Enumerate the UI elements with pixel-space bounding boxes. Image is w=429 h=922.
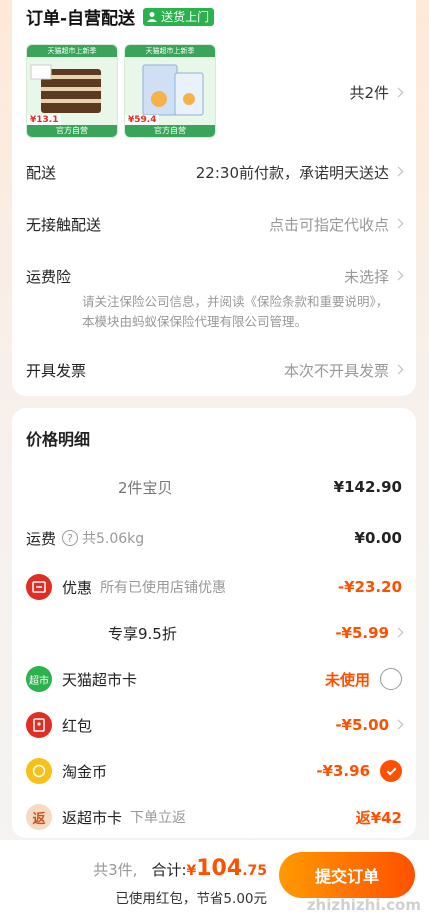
exclusive-amount: -¥5.99 (335, 624, 389, 642)
price-detail-title: 价格明细 (26, 430, 91, 449)
delivery-row[interactable]: 配送 22:30前付款，承诺明天送达 (26, 162, 404, 183)
thumb-footer: 官方自营 (125, 125, 215, 137)
thumb-banner: 天猫超市上新季 (27, 45, 117, 57)
order-card: 订单-自营配送 送货上门 天猫超市上新季 ¥13.1 官方自营 天猫超市上新季 … (12, 0, 416, 396)
chevron-right-icon (393, 364, 404, 375)
insurance-note: 请关注保险公司信息，并阅读《保险条款和重要说明》，本模块由蚂蚁保保险代理有限公司… (82, 294, 389, 329)
footer-total: 共3件, 合计: ¥ 104 .75 (93, 856, 267, 881)
red-packet-row[interactable]: 红包 -¥5.00 (26, 710, 404, 740)
contactless-value: 点击可指定代收点 (268, 216, 389, 234)
item-count-link[interactable]: 共2件 (349, 82, 404, 103)
insurance-label: 运费险 (26, 268, 72, 286)
red-packet-label: 红包 (62, 716, 93, 735)
check-icon (386, 765, 396, 775)
goods-label: 2件宝贝 (118, 478, 173, 497)
person-icon (147, 11, 158, 22)
product-thumbnail-2[interactable]: 天猫超市上新季 ¥59.4 官方自营 (124, 44, 216, 138)
return-card-sub: 下单立返 (130, 810, 187, 826)
item-count: 共2件 (349, 84, 389, 102)
footer-qty: 共3件, (93, 861, 138, 879)
submit-order-button[interactable]: 提交订单 (279, 852, 415, 898)
invoice-row[interactable]: 开具发票 本次不开具发票 (26, 360, 404, 381)
gold-coin-checkbox[interactable] (380, 760, 402, 782)
discount-amount: -¥23.20 (337, 578, 402, 596)
red-packet-icon (26, 712, 52, 738)
insurance-row[interactable]: 运费险 未选择 (26, 266, 404, 287)
gold-coin-icon (26, 758, 52, 784)
footer-saving: 已使用红包，节省5.00元 (115, 891, 267, 907)
exclusive-row[interactable]: 专享9.5折 -¥5.99 (26, 618, 404, 648)
order-title: 订单-自营配送 (26, 9, 136, 29)
discount-row[interactable]: 优惠 所有已使用店铺优惠 -¥23.20 (26, 572, 402, 602)
checkout-footer: 共3件, 合计: ¥ 104 .75 已使用红包，节省5.00元 提交订单 zh… (0, 840, 429, 922)
shipping-amount: ¥0.00 (354, 529, 402, 547)
return-card-row: 返 返超市卡 下单立返 返¥42 (26, 802, 402, 832)
coupon-icon (26, 574, 52, 600)
order-header: 订单-自营配送 送货上门 (26, 4, 215, 29)
chevron-right-icon (393, 719, 404, 729)
tmall-card-row[interactable]: 超市 天猫超市卡 未使用 (26, 664, 402, 694)
chevron-right-icon (393, 627, 404, 637)
red-packet-amount: -¥5.00 (335, 716, 389, 734)
return-card-icon: 返 (26, 804, 52, 830)
goods-amount: ¥142.90 (333, 478, 402, 496)
discount-label: 优惠 (62, 578, 93, 597)
invoice-label: 开具发票 (26, 362, 87, 380)
tmall-card-icon: 超市 (26, 666, 52, 692)
tmall-card-radio[interactable] (380, 668, 402, 690)
delivery-badge-label: 送货上门 (161, 10, 210, 24)
gold-coin-row[interactable]: 淘金币 -¥3.96 (26, 756, 402, 786)
shipping-label: 运费 (26, 529, 57, 548)
delivery-label: 配送 (26, 164, 57, 182)
gold-coin-amount: -¥3.96 (316, 762, 370, 780)
price-detail-card: 价格明细 2件宝贝 ¥142.90 运费 ? 共5.06kg ¥0.00 优惠 … (12, 408, 416, 838)
invoice-value: 本次不开具发票 (283, 362, 389, 380)
return-card-amount: 返¥42 (355, 808, 402, 827)
delivery-value: 22:30前付款，承诺明天送达 (195, 164, 389, 182)
shipping-row: 运费 ? 共5.06kg ¥0.00 (26, 523, 402, 553)
gold-coin-label: 淘金币 (62, 762, 108, 781)
thumb-footer: 官方自营 (27, 125, 117, 137)
goods-row: 2件宝贝 ¥142.90 (26, 472, 402, 502)
footer-total-int: 104 (196, 856, 243, 881)
insurance-value: 未选择 (343, 268, 389, 286)
delivery-badge: 送货上门 (143, 7, 215, 26)
tmall-card-label: 天猫超市卡 (62, 670, 138, 689)
chevron-right-icon (393, 166, 404, 177)
chevron-right-icon (393, 87, 404, 98)
return-card-label: 返超市卡 (62, 808, 123, 827)
chevron-right-icon (393, 270, 404, 281)
thumb-price: ¥13.1 (27, 115, 62, 125)
discount-sub: 所有已使用店铺优惠 (100, 580, 227, 596)
footer-currency: ¥ (186, 863, 197, 879)
contactless-label: 无接触配送 (26, 216, 102, 234)
question-icon[interactable]: ? (62, 530, 79, 546)
footer-total-dec: .75 (242, 863, 267, 879)
contactless-row[interactable]: 无接触配送 点击可指定代收点 (26, 214, 404, 235)
shipping-weight: 共5.06kg (82, 531, 145, 547)
thumb-banner: 天猫超市上新季 (125, 45, 215, 57)
product-thumbnail-1[interactable]: 天猫超市上新季 ¥13.1 官方自营 (26, 44, 118, 138)
exclusive-label: 专享9.5折 (108, 624, 177, 643)
tmall-card-amount: 未使用 (324, 670, 370, 689)
watermark: zhizhizhi.com (306, 896, 421, 914)
thumb-price: ¥59.4 (125, 115, 160, 125)
footer-total-label: 合计: (151, 861, 187, 879)
chevron-right-icon (393, 218, 404, 229)
